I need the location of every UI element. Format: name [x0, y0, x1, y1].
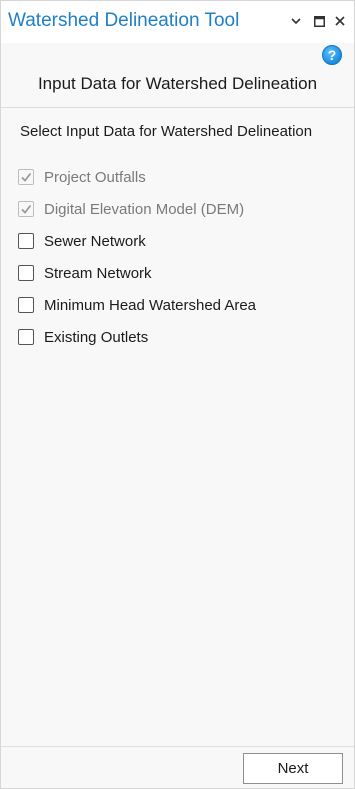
- checkmark-icon: [21, 172, 32, 182]
- checkbox[interactable]: [18, 233, 34, 249]
- section-label: Select Input Data for Watershed Delineat…: [20, 123, 313, 140]
- option-row: Digital Elevation Model (DEM): [18, 193, 338, 225]
- option-label: Digital Elevation Model (DEM): [44, 200, 245, 218]
- title-bar: Watershed Delineation Tool: [1, 1, 354, 43]
- input-data-options: Project Outfalls Digital Elevation Model …: [18, 161, 338, 353]
- footer-divider: [1, 746, 354, 747]
- option-row: Project Outfalls: [18, 161, 338, 193]
- page-heading: Input Data for Watershed Delineation: [37, 74, 318, 93]
- checkbox[interactable]: [18, 297, 34, 313]
- next-button[interactable]: Next: [243, 753, 343, 784]
- checkbox: [18, 169, 34, 185]
- chevron-down-icon[interactable]: [288, 12, 304, 30]
- option-row[interactable]: Stream Network: [18, 257, 338, 289]
- option-label: Stream Network: [44, 264, 152, 282]
- help-icon[interactable]: ?: [322, 45, 342, 65]
- watershed-tool-pane: Watershed Delineation Tool ? Input Data …: [0, 0, 355, 789]
- option-label: Existing Outlets: [44, 328, 149, 346]
- checkbox: [18, 201, 34, 217]
- option-label: Minimum Head Watershed Area: [44, 296, 257, 314]
- pane-title: Watershed Delineation Tool: [8, 10, 240, 31]
- option-row[interactable]: Existing Outlets: [18, 321, 338, 353]
- checkbox[interactable]: [18, 329, 34, 345]
- option-row[interactable]: Sewer Network: [18, 225, 338, 257]
- option-label: Project Outfalls: [44, 168, 146, 186]
- maximize-icon[interactable]: [311, 12, 327, 30]
- close-icon[interactable]: [332, 12, 348, 30]
- option-label: Sewer Network: [44, 232, 146, 250]
- checkbox[interactable]: [18, 265, 34, 281]
- checkmark-icon: [21, 204, 32, 214]
- header-divider: [1, 107, 354, 108]
- option-row[interactable]: Minimum Head Watershed Area: [18, 289, 338, 321]
